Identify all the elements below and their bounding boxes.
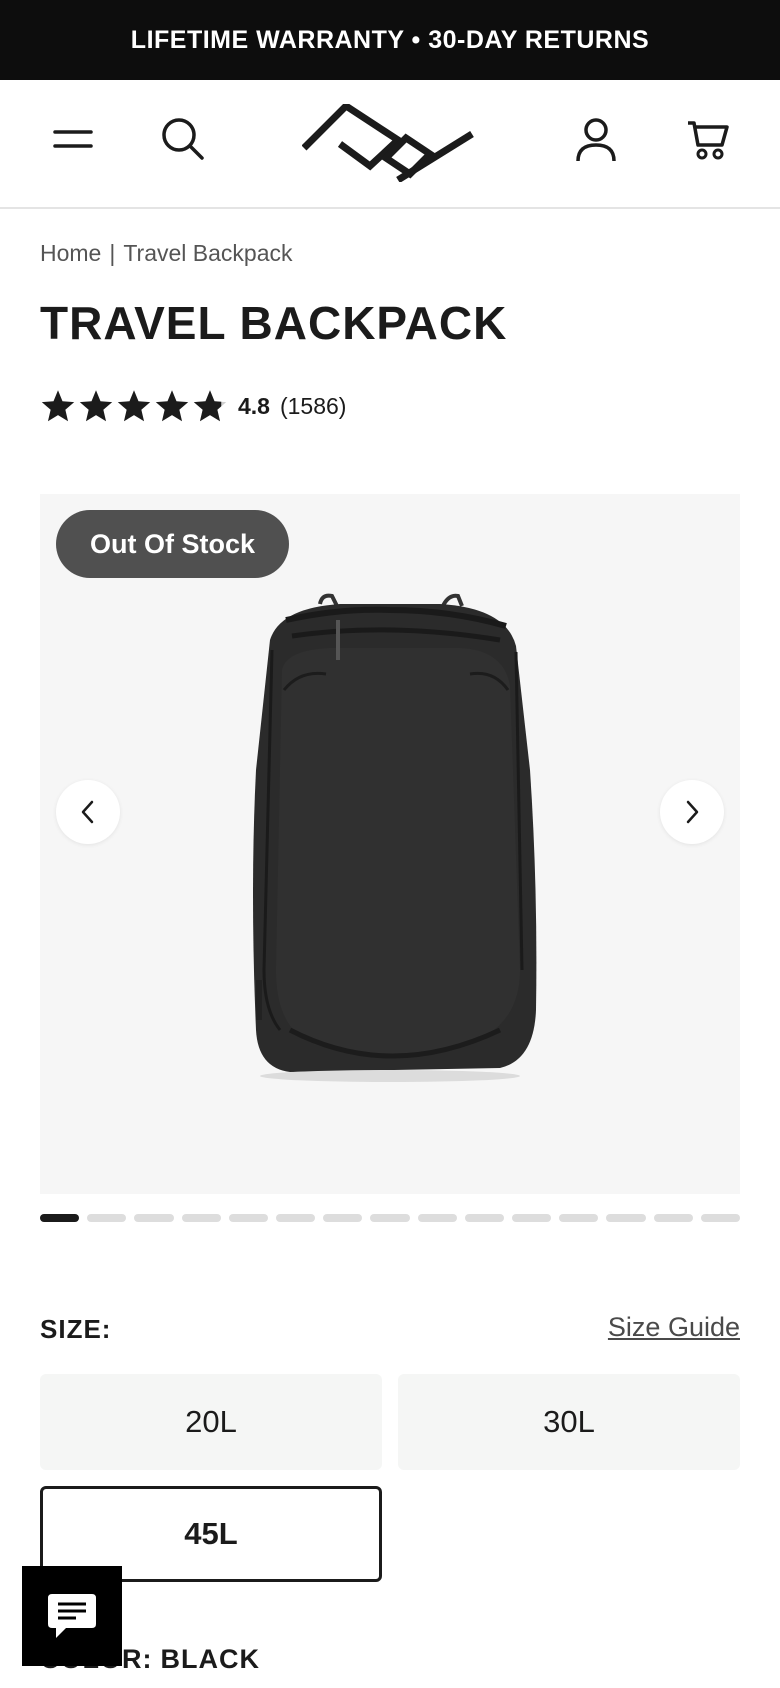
out-of-stock-badge: Out Of Stock	[56, 510, 290, 578]
gallery-next-button[interactable]	[660, 780, 724, 844]
hamburger-menu-icon	[53, 130, 93, 148]
size-label: SIZE:	[40, 1314, 112, 1344]
star-icon	[117, 390, 151, 422]
partial-star-icon	[193, 390, 227, 422]
gallery-dot[interactable]	[181, 1214, 221, 1222]
color-value: BLACK	[160, 1644, 260, 1674]
star-rating	[40, 388, 228, 424]
gallery-dot[interactable]	[559, 1214, 599, 1222]
breadcrumb-current: Travel Backpack	[123, 240, 293, 266]
menu-button[interactable]	[44, 110, 102, 168]
cart-button[interactable]	[678, 110, 738, 170]
star-icon	[155, 390, 189, 422]
promo-banner: LIFETIME WARRANTY • 30-DAY RETURNS	[0, 0, 780, 80]
chat-bubble-icon	[48, 1594, 96, 1638]
product-title: TRAVEL BACKPACK	[40, 297, 508, 349]
chat-button[interactable]	[22, 1566, 122, 1666]
breadcrumb-separator: |	[109, 240, 116, 266]
gallery-dot[interactable]	[700, 1214, 741, 1222]
gallery-dot[interactable]	[464, 1214, 505, 1222]
gallery-dot[interactable]	[228, 1214, 269, 1222]
gallery-dot[interactable]	[370, 1214, 410, 1222]
chevron-right-icon	[686, 800, 699, 824]
product-image-gallery[interactable]: Out Of Stock	[40, 494, 740, 1194]
size-option-30l[interactable]: 30L	[398, 1374, 740, 1470]
star-icon	[79, 390, 113, 422]
gallery-dot[interactable]	[276, 1214, 316, 1222]
product-rating[interactable]: 4.8 (1586)	[40, 386, 346, 426]
size-option-20l[interactable]: 20L	[40, 1374, 382, 1470]
gallery-dot[interactable]	[653, 1214, 693, 1222]
search-icon	[162, 118, 204, 160]
chevron-left-icon	[81, 800, 94, 824]
gallery-dot[interactable]	[323, 1214, 363, 1222]
promo-text: LIFETIME WARRANTY • 30-DAY RETURNS	[130, 25, 650, 54]
brand-logo[interactable]	[302, 104, 474, 182]
gallery-prev-button[interactable]	[56, 780, 120, 844]
account-button[interactable]	[566, 110, 626, 170]
size-guide-link[interactable]: Size Guide	[608, 1312, 740, 1343]
gallery-dot[interactable]	[606, 1214, 646, 1222]
search-button[interactable]	[154, 110, 212, 168]
backpack-product-image	[253, 593, 537, 1082]
review-count[interactable]: (1586)	[280, 393, 346, 420]
peak-design-logo-icon	[302, 104, 474, 182]
rating-score: 4.8	[238, 392, 270, 419]
gallery-dot[interactable]	[87, 1214, 127, 1222]
gallery-pagination	[40, 1214, 741, 1222]
shopping-cart-icon	[688, 121, 729, 160]
gallery-dot[interactable]	[40, 1214, 80, 1222]
star-icon	[41, 390, 75, 422]
breadcrumb: Home | Travel Backpack	[40, 240, 293, 267]
gallery-dot[interactable]	[134, 1214, 174, 1222]
user-account-icon	[576, 118, 616, 162]
gallery-dot[interactable]	[417, 1214, 457, 1222]
breadcrumb-home-link[interactable]: Home	[40, 240, 101, 267]
site-header	[0, 80, 780, 209]
gallery-dot[interactable]	[512, 1214, 552, 1222]
